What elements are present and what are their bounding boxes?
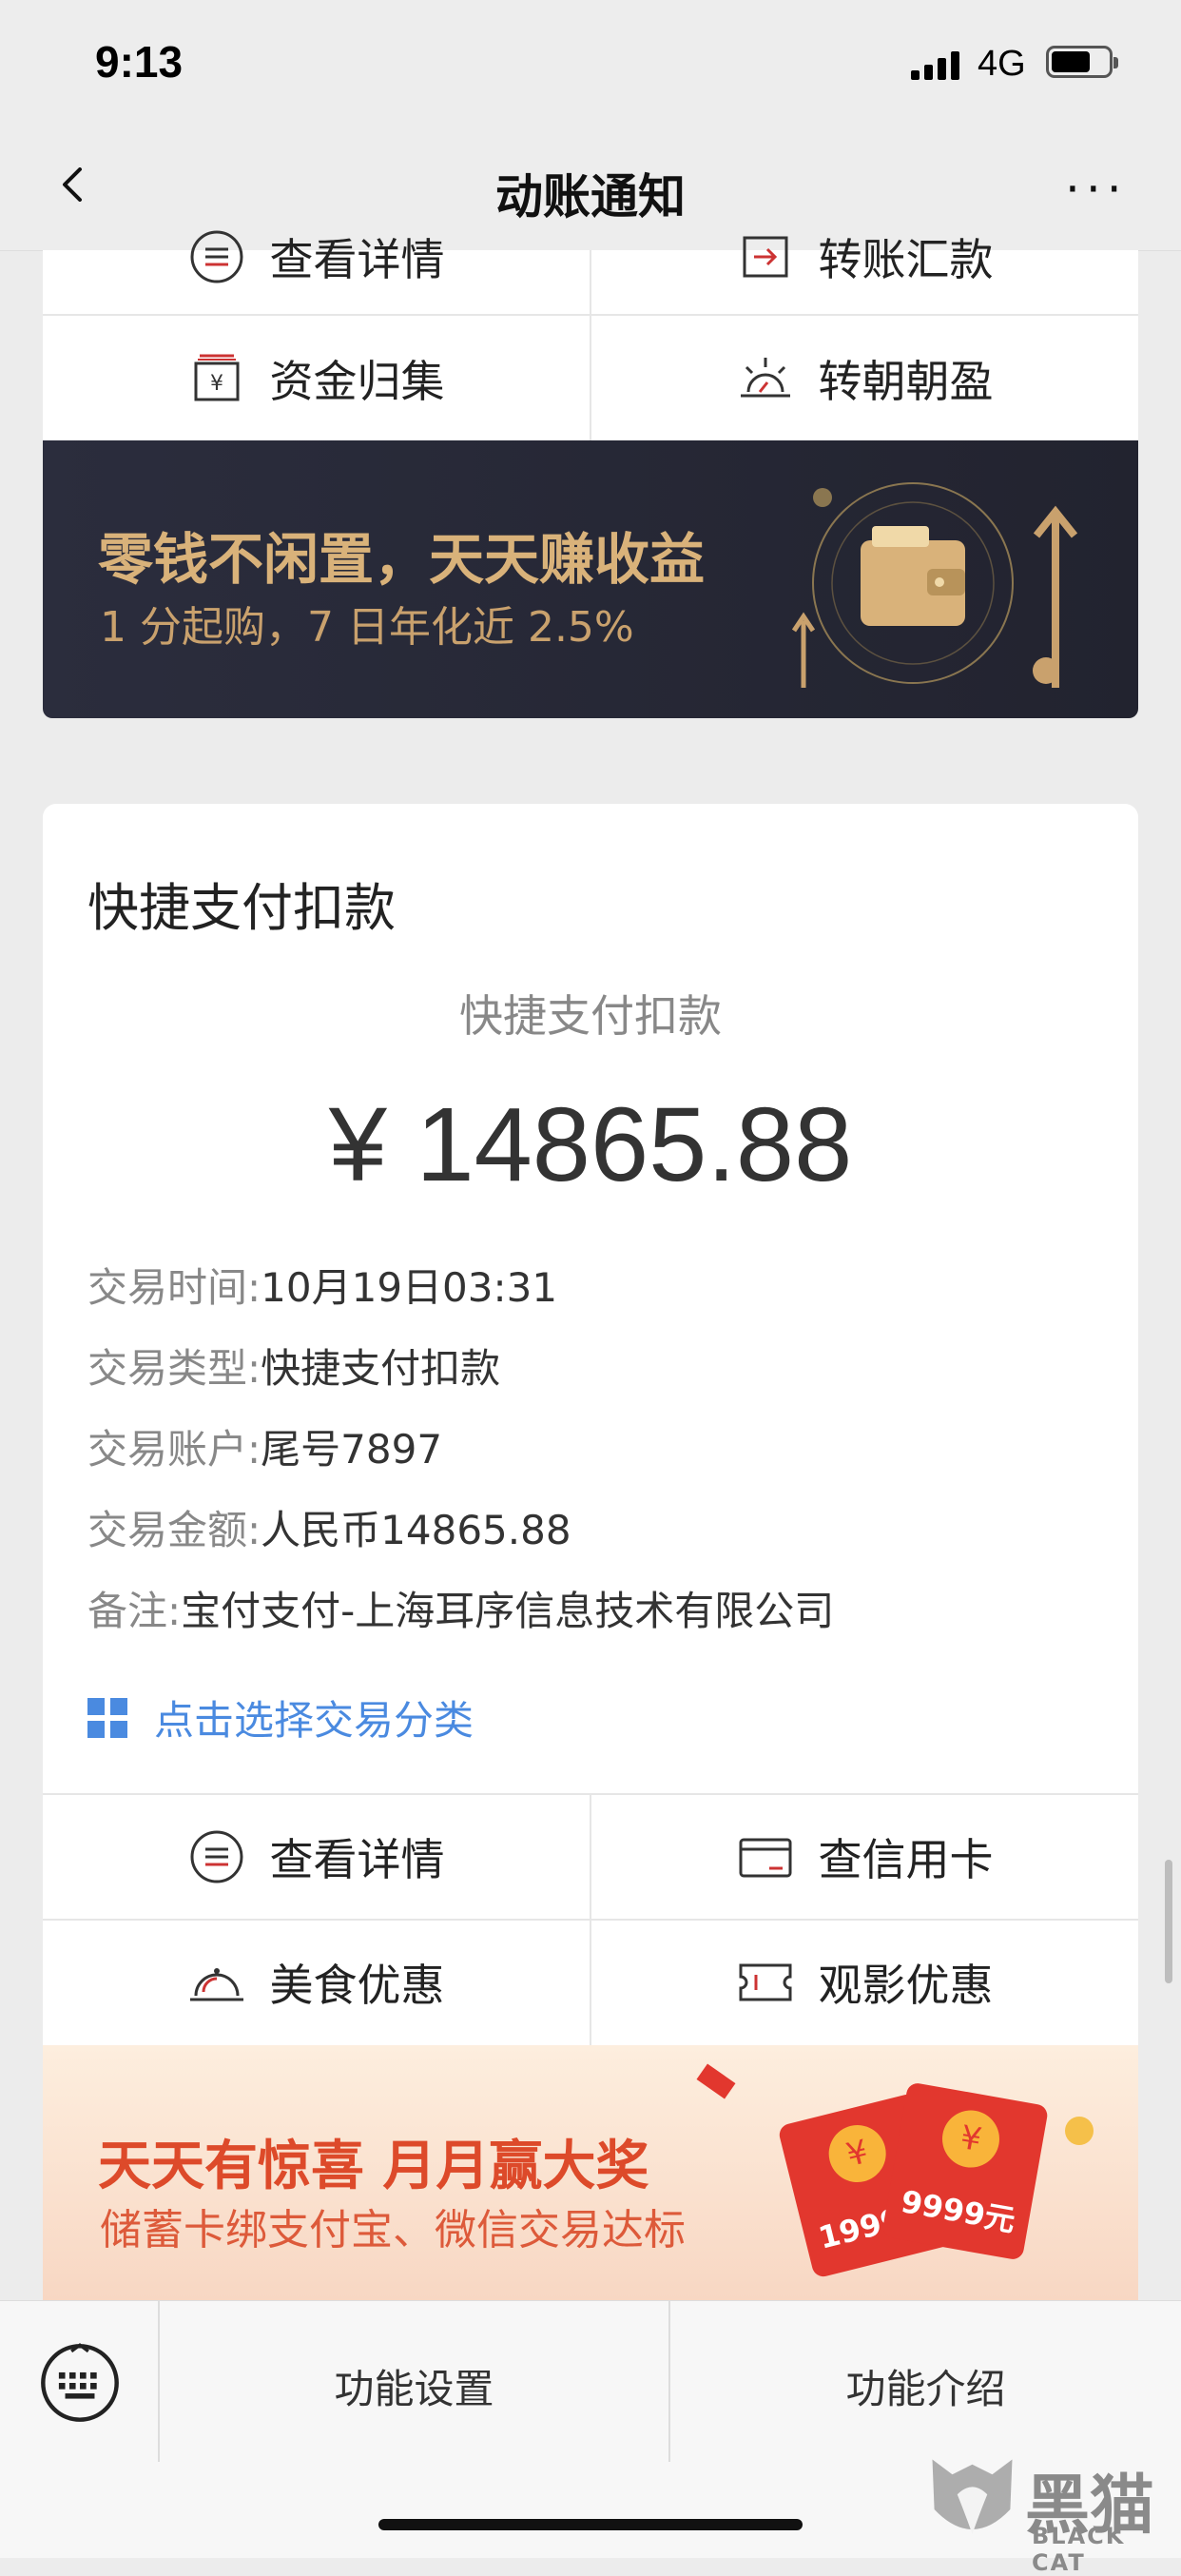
keyboard-icon[interactable] [40, 2343, 120, 2423]
grid-icon [87, 1697, 127, 1738]
wallet-illustration-icon [791, 482, 1078, 688]
transaction-type-caption: 快捷支付扣款 [459, 990, 722, 1042]
ticket-icon [739, 1963, 791, 2001]
list-circle-icon [190, 230, 242, 283]
row-label: 备注: [87, 1588, 182, 1634]
money-box-icon: ¥ [194, 354, 239, 401]
credit-card-icon [739, 1838, 791, 1878]
detail-row-time: 交易时间:10月19日03:31 [87, 1256, 557, 1314]
row-label: 交易账户: [87, 1426, 261, 1473]
view-details-label: 查看详情 [269, 1834, 445, 1885]
transfer-icon [743, 236, 787, 278]
more-menu-button[interactable]: ··· [1065, 162, 1128, 217]
food-cloche-icon [189, 1968, 243, 2001]
food-offer-button[interactable]: 美食优惠 [43, 1921, 590, 2044]
credit-card-label: 查信用卡 [818, 1834, 994, 1885]
row-value: 尾号7897 [261, 1426, 443, 1473]
promo-subtitle: 1 分起购，7 日年化近 2.5% [100, 603, 634, 652]
home-indicator[interactable] [378, 2519, 803, 2530]
fund-collection-cell[interactable]: ¥ 资金归集 [43, 317, 590, 440]
fund-collection-label: 资金归集 [269, 356, 445, 407]
row-label: 交易金额: [87, 1507, 261, 1553]
credit-card-button[interactable]: 查信用卡 [591, 1795, 1138, 1919]
promo-title: 零钱不闲置，天天赚收益 [98, 527, 706, 592]
row-label: 交易时间: [87, 1264, 261, 1311]
transfer-cell[interactable]: 转账汇款 [591, 228, 1138, 285]
envelope-amount: 9999元 [898, 2183, 1018, 2239]
view-details-label: 查看详情 [269, 234, 445, 285]
yuan-coin-icon: ¥ [938, 2105, 1004, 2173]
detail-row-account: 交易账户:尾号7897 [87, 1417, 442, 1475]
black-cat-logo-icon [932, 2459, 1013, 2535]
cellular-signal-icon [911, 51, 959, 80]
function-settings-button[interactable]: 功能设置 [160, 2357, 668, 2415]
transaction-amount: ¥ 14865.88 [328, 1086, 853, 1203]
wealth-promo-banner[interactable]: 零钱不闲置，天天赚收益 1 分起购，7 日年化近 2.5% [43, 440, 1138, 718]
detail-row-type: 交易类型:快捷支付扣款 [87, 1337, 500, 1395]
list-circle-icon [190, 1830, 242, 1883]
classify-transaction-link[interactable]: 点击选择交易分类 [87, 1688, 474, 1747]
row-value: 人民币14865.88 [261, 1507, 571, 1553]
promo-subtitle: 储蓄卡绑支付宝、微信交易达标 [100, 2206, 686, 2254]
row-value: 宝付支付-上海耳序信息技术有限公司 [181, 1588, 835, 1634]
detail-row-remark: 备注:宝付支付-上海耳序信息技术有限公司 [87, 1579, 834, 1637]
watermark-subtext: BLACK CAT [1032, 2523, 1126, 2576]
red-envelope-icon: ¥ 9999元 [881, 2081, 1050, 2261]
food-offer-label: 美食优惠 [269, 1960, 445, 2011]
classify-label: 点击选择交易分类 [154, 1697, 474, 1744]
function-intro-button[interactable]: 功能介绍 [670, 2357, 1181, 2415]
card-header: 快捷支付扣款 [87, 878, 396, 938]
view-details-cell-top[interactable]: 查看详情 [43, 228, 590, 285]
zhaozhaoying-cell[interactable]: 转朝朝盈 [591, 317, 1138, 440]
row-label: 交易类型: [87, 1345, 261, 1392]
gold-coin-icon [1065, 2117, 1094, 2145]
zhaozhaoying-label: 转朝朝盈 [818, 356, 994, 407]
transfer-label: 转账汇款 [818, 234, 994, 285]
sunrise-icon [740, 358, 790, 398]
page-title: 动账通知 [495, 169, 686, 224]
battery-icon [1046, 46, 1118, 78]
yuan-coin-icon: ¥ [823, 2118, 893, 2189]
status-time: 9:13 [95, 37, 184, 87]
detail-row-amount: 交易金额:人民币14865.88 [87, 1498, 571, 1556]
movie-offer-label: 观影优惠 [818, 1960, 994, 2011]
movie-offer-button[interactable]: 观影优惠 [591, 1921, 1138, 2044]
row-value: 10月19日03:31 [261, 1264, 558, 1311]
view-details-button[interactable]: 查看详情 [43, 1795, 590, 1919]
svg-text:¥: ¥ [210, 372, 223, 396]
promo-title: 天天有惊喜 月月赢大奖 [98, 2136, 649, 2197]
row-value: 快捷支付扣款 [261, 1345, 501, 1392]
confetti-icon [696, 2063, 736, 2099]
network-type: 4G [978, 44, 1026, 84]
scrollbar[interactable] [1165, 1860, 1172, 1983]
red-envelope-promo-banner[interactable]: 天天有惊喜 月月赢大奖 储蓄卡绑支付宝、微信交易达标 ¥ 1999元 ¥ 999… [43, 2045, 1138, 2300]
